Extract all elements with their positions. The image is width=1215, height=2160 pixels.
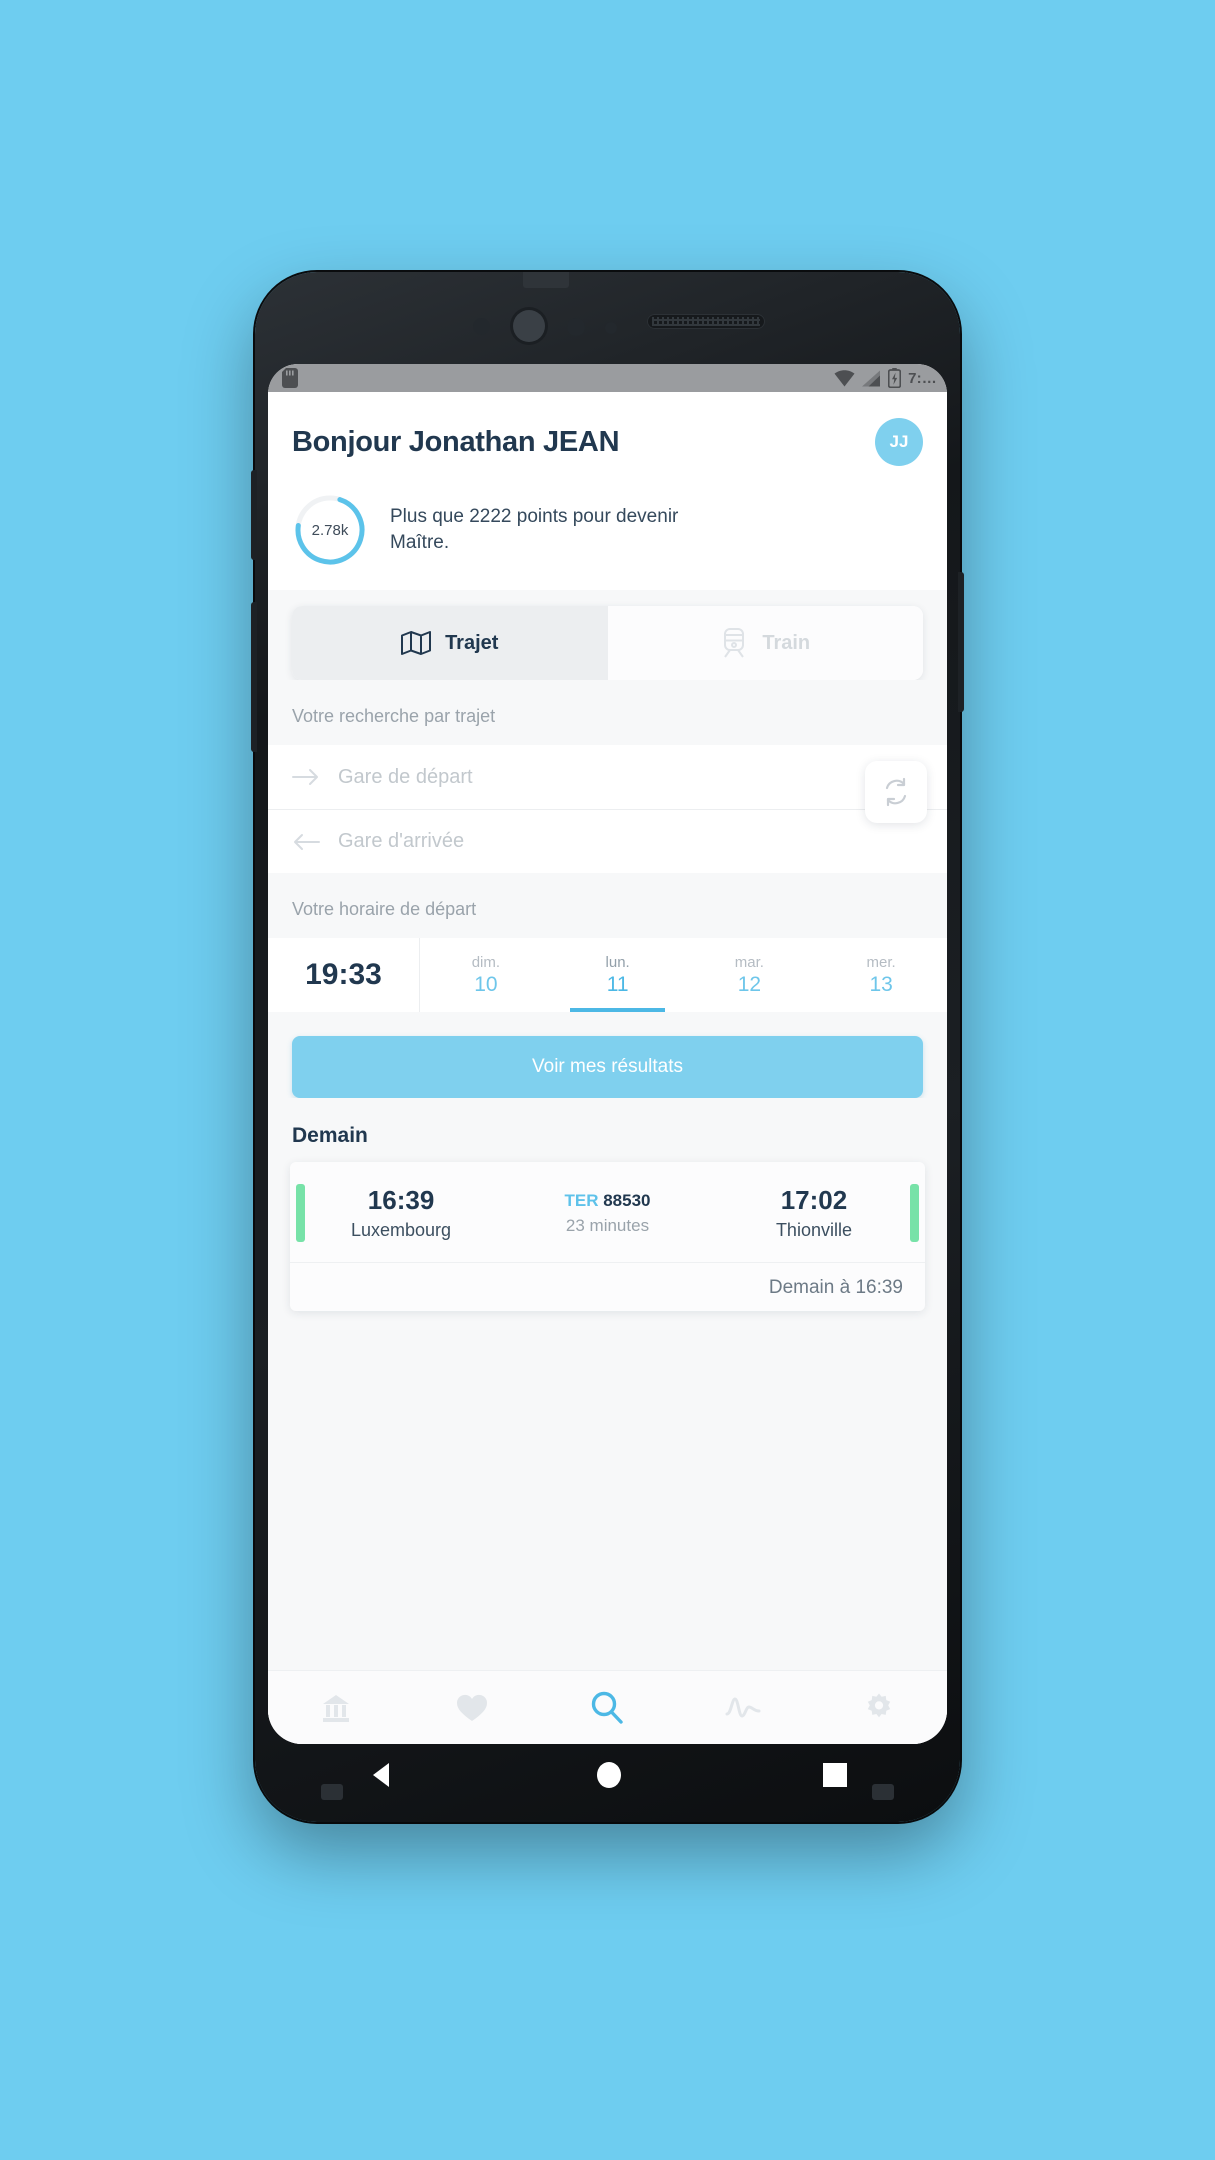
front-sensor-row [255,306,960,346]
date-num: 10 [474,972,498,996]
search-fields: Gare de départ Gare d'arrivée [268,745,947,873]
search-section-label: Votre recherche par trajet [268,680,947,745]
date-option[interactable]: dim. 10 [420,938,552,1012]
wifi-icon [834,369,855,386]
app-header: Bonjour Jonathan JEAN JJ 2.78k Plus que … [268,392,947,590]
battery-charging-icon [888,368,902,388]
result-main-row: 16:39 Luxembourg TER 88530 23 minutes 17… [290,1162,925,1262]
date-option-selected[interactable]: lun. 11 [552,938,684,1012]
results-heading: Demain [268,1098,947,1162]
sd-card-icon [282,368,298,388]
date-num: 11 [606,972,629,996]
train-type: TER [564,1190,599,1210]
arrival-station: Thionville [775,1220,852,1240]
date-num: 12 [737,972,762,996]
frame-notch-mark [523,272,569,288]
device-screen: 7:… Bonjour Jonathan JEAN JJ 2.78k Plus … [268,364,947,1744]
train-info: TER 88530 23 minutes [497,1191,718,1236]
departure-field-row[interactable]: Gare de départ [268,745,947,809]
departure-time: 16:39 [367,1185,435,1215]
nav-item-settings[interactable] [811,1692,947,1724]
station-icon [322,1694,349,1722]
cellular-signal-icon [862,370,881,386]
date-num: 13 [869,972,893,996]
nav-item-activity[interactable] [675,1694,811,1722]
departure-input[interactable]: Gare de départ [338,766,473,789]
power-button[interactable] [958,572,964,712]
tab-trajet[interactable]: Trajet [292,606,608,680]
date-dow: lun. [605,953,630,971]
tab-train[interactable]: Train [607,606,923,680]
header-top-row: Bonjour Jonathan JEAN JJ [292,418,923,466]
back-icon[interactable] [365,1758,399,1792]
points-summary: 2.78k Plus que 2222 points pour devenir … [292,492,923,574]
date-option[interactable]: mar. 12 [684,938,816,1012]
earpiece-speaker [647,314,765,329]
search-icon [592,1691,624,1724]
trip-duration: 23 minutes [565,1215,650,1235]
list-item[interactable]: 16:39 Luxembourg TER 88530 23 minutes 17… [290,1162,925,1311]
avatar[interactable]: JJ [875,418,923,466]
train-icon [724,628,745,658]
date-option[interactable]: mer. 13 [815,938,947,1012]
departure-time-value[interactable]: 19:33 [268,938,420,1012]
result-footer-text: Demain à 16:39 [290,1262,925,1311]
front-camera-icon [513,310,545,342]
arrow-right-icon [292,769,318,785]
status-bar-right: 7:… [834,368,937,388]
arrival-leg: 17:02 Thionville [718,1185,910,1241]
datetime-picker: 19:33 dim. 10 lun. 11 mar. 12 mer. 13 [268,938,947,1012]
status-bar-clock: 7:… [908,369,937,387]
page-title: Bonjour Jonathan JEAN [292,425,620,458]
swap-stations-button[interactable] [865,761,927,823]
date-dow: dim. [471,953,501,971]
arrival-field-row[interactable]: Gare d'arrivée [268,809,947,873]
phone-device-frame: 7:… Bonjour Jonathan JEAN JJ 2.78k Plus … [251,272,964,1822]
gear-icon [867,1693,891,1717]
departure-leg: 16:39 Luxembourg [305,1185,497,1241]
proximity-sensor-icon [473,318,490,335]
schedule-section-label: Votre horaire de départ [268,873,947,938]
train-code: TER 88530 [564,1191,650,1211]
home-icon[interactable] [592,1758,626,1792]
heart-icon [456,1694,487,1721]
arrow-left-icon [294,833,320,850]
status-bar: 7:… [268,364,947,392]
status-badge-right [910,1184,919,1242]
android-navigation-bar [268,1742,947,1808]
nav-item-search[interactable] [540,1691,676,1725]
app-content: Bonjour Jonathan JEAN JJ 2.78k Plus que … [268,392,947,1744]
arrival-time: 17:02 [780,1185,848,1215]
points-progress-ring: 2.78k [292,492,368,568]
arrival-input[interactable]: Gare d'arrivée [338,830,464,853]
view-results-button[interactable]: Voir mes résultats [292,1036,923,1098]
date-dow: mar. [734,953,764,971]
tab-trajet-label: Trajet [445,631,499,654]
search-mode-tabs: Trajet Train [292,606,923,680]
activity-pulse-icon [725,1697,761,1717]
bottom-navigation [268,1670,947,1744]
tab-train-label: Train [762,631,811,654]
results-list: 16:39 Luxembourg TER 88530 23 minutes 17… [268,1162,947,1670]
nav-item-stations[interactable] [268,1693,404,1723]
date-selector: dim. 10 lun. 11 mar. 12 mer. 13 [420,938,947,1012]
date-dow: mer. [866,953,896,971]
status-badge-left [296,1184,305,1242]
recents-icon[interactable] [820,1760,850,1790]
train-number: 88530 [603,1190,651,1210]
departure-station: Luxembourg [350,1220,452,1240]
status-bar-left [282,368,299,388]
points-message: Plus que 2222 points pour devenir Maître… [390,506,679,553]
iris-scanner-icon [567,318,585,336]
cta-wrapper: Voir mes résultats [268,1012,947,1098]
swap-refresh-icon [885,777,907,807]
points-value: 2.78k [311,521,349,539]
nav-item-favorites[interactable] [404,1693,540,1723]
map-icon [401,631,432,655]
tabs-section: Trajet Train [268,590,947,680]
led-indicator-icon [605,322,617,334]
